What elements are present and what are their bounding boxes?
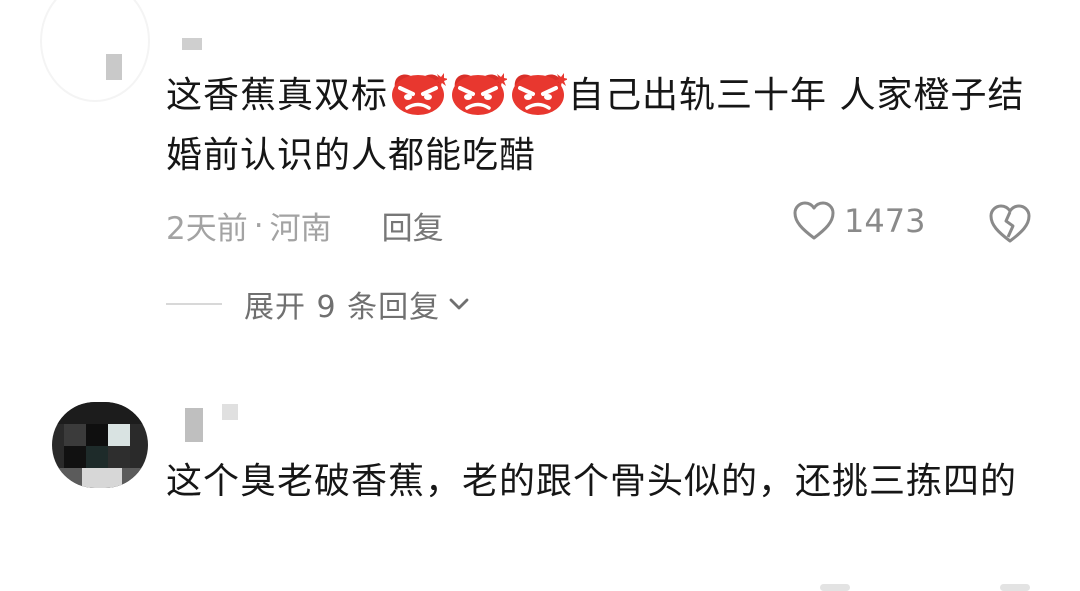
avatar-mosaic [52,402,148,424]
expand-replies-button[interactable]: 展开 9 条回复 [166,282,470,326]
reply-button[interactable]: 回复 [382,203,444,248]
meta-row-fragment [820,584,850,591]
divider-line [166,303,222,305]
comment-text: 这个臭老破香蕉，老的跟个骨头似的，还挑三拣四的 [166,461,1018,502]
comment-text-part: 这香蕉真双标 [166,75,389,116]
like-count: 1473 [844,202,926,240]
angry-face-emoji [508,73,568,116]
avatar-mosaic [108,424,130,446]
comment-text: 这香蕉真双标 自己出轨三十年 人家橙子结婚前认识的人都能吃醋 [166,66,1036,186]
avatar-mosaic [64,424,86,446]
dislike-button[interactable] [988,203,1032,249]
avatar-mosaic [106,54,122,80]
like-button[interactable]: 1473 [792,200,925,242]
avatar[interactable] [40,0,150,102]
heart-icon [793,201,835,240]
avatar-mosaic [108,446,130,468]
expand-replies-label: 展开 9 条回复 [244,290,441,325]
broken-heart-icon [989,204,1031,243]
username-mosaic[interactable] [182,38,202,50]
comment-time: 2天前 [166,211,248,247]
avatar[interactable] [52,402,148,488]
username-mosaic [222,404,238,420]
comment-location: 河南 [269,211,332,247]
comment-thread: 这香蕉真双标 自己出轨三十年 人家橙子结婚前认识的人都能吃醋 2天前 · 河南 … [0,0,1080,591]
avatar-mosaic [82,468,122,488]
meta-separator: · [253,207,264,244]
username-mosaic[interactable] [185,408,203,442]
meta-row-fragment [1000,584,1030,591]
angry-face-emoji [388,73,448,116]
avatar-mosaic [86,424,108,446]
angry-face-emoji [448,73,508,116]
avatar-mosaic [86,446,108,468]
chevron-down-icon [449,298,469,310]
avatar-mosaic [64,446,86,468]
comment-meta: 2天前 · 河南 回复 [166,203,444,248]
